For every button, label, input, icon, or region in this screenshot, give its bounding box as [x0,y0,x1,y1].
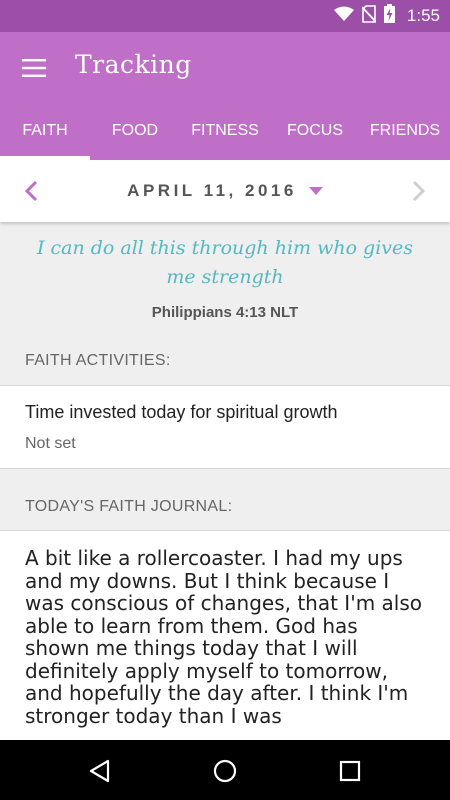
status-time: 1:55 [406,6,440,25]
page-title: Tracking [75,50,192,79]
wifi-icon [333,6,354,27]
status-icons: 1:55 [333,0,440,32]
tab-fitness[interactable]: FITNESS [180,102,270,160]
activity-title: Time invested today for spiritual growth [25,402,338,422]
tab-bar: FAITH FOOD FITNESS FOCUS FRIENDS [0,102,450,160]
tab-food[interactable]: FOOD [90,102,180,160]
verse-text: I can do all this through him who gives … [36,237,414,288]
status-bar: 1:55 [0,0,450,32]
journal-header: TODAY'S FAITH JOURNAL: [25,498,233,515]
verse-reference: Philippians 4:13 NLT [151,304,299,321]
faith-activities-header: FAITH ACTIVITIES: [25,352,171,369]
chevron-left-icon[interactable] [18,177,46,205]
tab-friends[interactable]: FRIENDS [360,102,450,160]
tab-faith[interactable]: FAITH [0,102,90,160]
activity-item[interactable]: Time invested today for spiritual growth… [0,385,450,469]
date-navigator: APRIL 11, 2016 [0,160,450,222]
home-icon[interactable] [212,758,238,784]
app-bar: Tracking [0,32,450,102]
chevron-right-icon[interactable] [404,177,432,205]
hamburger-menu-icon[interactable] [14,48,54,88]
system-nav-bar [0,740,450,800]
date-label[interactable]: APRIL 11, 2016 [127,181,297,201]
activity-value: Not set [25,435,76,452]
recents-icon[interactable] [337,758,363,784]
battery-charging-icon [383,4,395,28]
journal-text: A bit like a rollercoaster. I had my ups… [25,546,423,728]
journal-entry[interactable]: A bit like a rollercoaster. I had my ups… [0,530,450,742]
tab-focus[interactable]: FOCUS [270,102,360,160]
caret-down-icon[interactable] [308,187,323,195]
date-selector: APRIL 11, 2016 [0,160,450,222]
no-sim-icon [361,4,377,28]
daily-verse: I can do all this through him who gives … [0,222,450,321]
back-icon[interactable] [87,758,113,784]
